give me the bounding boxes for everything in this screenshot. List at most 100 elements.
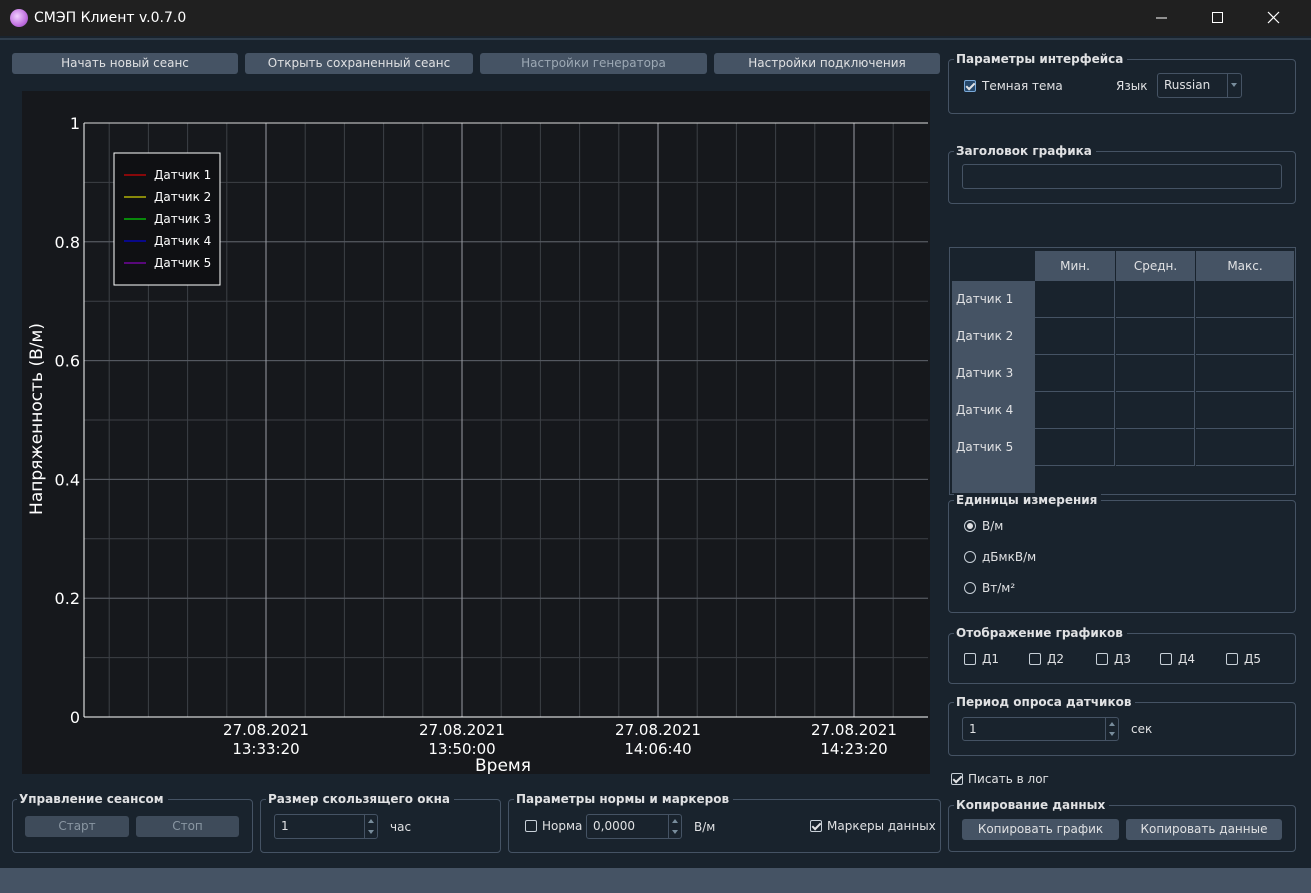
dark-theme-label: Темная тема — [982, 79, 1063, 93]
new-session-button[interactable]: Начать новый сеанс — [12, 53, 238, 74]
plot-d5-label: Д5 — [1244, 652, 1262, 666]
stop-button[interactable]: Стоп — [136, 816, 239, 837]
app-logo-icon — [10, 9, 28, 27]
data-markers-label: Маркеры данных — [827, 819, 936, 833]
poll-period-title: Период опроса датчиков — [954, 695, 1136, 709]
x-tick-label: 13:33:20 — [232, 740, 299, 758]
spin-arrows-icon[interactable] — [1105, 718, 1118, 740]
table-cell — [1035, 318, 1115, 355]
plot-d5-checkbox[interactable] — [1226, 653, 1238, 665]
maximize-button[interactable] — [1192, 0, 1244, 36]
y-tick-label: 0.2 — [55, 589, 80, 608]
poll-period-value: 1 — [969, 722, 977, 736]
language-label: Язык — [1116, 79, 1148, 93]
table-cell — [1196, 392, 1294, 429]
norm-unit: В/м — [694, 820, 716, 834]
row-header-sensor-3: Датчик 3 — [952, 355, 1035, 392]
connection-settings-button[interactable]: Настройки подключения — [714, 53, 940, 74]
unit-radio-vm[interactable] — [964, 520, 976, 532]
x-axis-label: Время — [475, 756, 531, 774]
table-cell — [1196, 318, 1294, 355]
row-header-sensor-1: Датчик 1 — [952, 281, 1035, 318]
write-log-checkbox[interactable] — [951, 773, 963, 785]
status-bar — [0, 868, 1311, 893]
table-cell — [1196, 355, 1294, 392]
norm-value: 0,0000 — [593, 819, 635, 833]
write-log-label: Писать в лог — [968, 772, 1049, 786]
plot-d2-checkbox[interactable] — [1029, 653, 1041, 665]
dark-theme-checkbox[interactable] — [964, 80, 976, 92]
session-control-title: Управление сеансом — [17, 792, 168, 806]
chart-title-group-title: Заголовок графика — [954, 144, 1096, 158]
x-tick-label: 27.08.2021 — [223, 721, 309, 739]
poll-period-spinbox[interactable]: 1 — [962, 717, 1119, 741]
unit-label-dbuvm: дБмкВ/м — [982, 550, 1037, 564]
table-cell — [1116, 355, 1195, 392]
spin-arrows-icon[interactable] — [364, 815, 377, 838]
norm-markers-title: Параметры нормы и маркеров — [514, 792, 734, 806]
plot-d1-label: Д1 — [982, 652, 1000, 666]
norm-checkbox[interactable] — [525, 820, 537, 832]
table-cell — [1035, 392, 1115, 429]
interface-params-title: Параметры интерфейса — [954, 52, 1128, 66]
table-cell — [1035, 281, 1115, 318]
table-cell — [1116, 392, 1195, 429]
column-header-avg: Средн. — [1116, 251, 1195, 281]
unit-radio-dbuvm[interactable] — [964, 551, 976, 563]
table-cell — [1116, 318, 1195, 355]
table-cell — [1116, 281, 1195, 318]
title-bar: СМЭП Клиент v.0.7.0 — [0, 0, 1311, 36]
y-tick-label: 0 — [70, 708, 80, 727]
x-tick-label: 27.08.2021 — [419, 721, 505, 739]
y-tick-label: 0.6 — [55, 352, 80, 371]
copy-data-button[interactable]: Копировать данные — [1126, 819, 1282, 840]
unit-label-vm: В/м — [982, 519, 1004, 533]
x-tick-label: 14:23:20 — [820, 740, 887, 758]
chart-title-input[interactable] — [962, 164, 1282, 189]
plot-d3-checkbox[interactable] — [1096, 653, 1108, 665]
plots-display-title: Отображение графиков — [954, 626, 1127, 640]
language-select[interactable]: Russian — [1157, 73, 1242, 98]
spin-arrows-icon[interactable] — [668, 815, 681, 838]
legend-entry: Датчик 4 — [154, 234, 211, 248]
column-header-min: Мин. — [1035, 251, 1115, 281]
unit-label-wm2: Вт/м² — [982, 581, 1016, 595]
copy-chart-button[interactable]: Копировать график — [962, 819, 1119, 840]
chart-legend: Датчик 1 Датчик 2 Датчик 3 Датчик 4 Датчик 5 — [113, 152, 221, 286]
plot-d1-checkbox[interactable] — [964, 653, 976, 665]
voltage-chart[interactable]: 0 0.2 0.4 0.6 0.8 1 27.08.2021 13:33:20 27.08.2… — [22, 91, 930, 774]
start-button[interactable]: Старт — [25, 816, 129, 837]
dropdown-arrow-icon — [1227, 74, 1241, 97]
x-tick-label: 27.08.2021 — [811, 721, 897, 739]
norm-value-spinbox[interactable]: 0,0000 — [586, 814, 682, 839]
plot-d3-label: Д3 — [1114, 652, 1132, 666]
legend-entry: Датчик 1 — [154, 168, 211, 182]
units-title: Единицы измерения — [954, 493, 1102, 507]
data-markers-checkbox[interactable] — [810, 820, 822, 832]
close-button[interactable] — [1248, 0, 1300, 36]
copy-data-title: Копирование данных — [954, 798, 1110, 812]
y-tick-label: 0.4 — [55, 470, 80, 489]
generator-settings-button[interactable]: Настройки генератора — [480, 53, 707, 74]
unit-radio-wm2[interactable] — [964, 582, 976, 594]
table-cell — [1196, 429, 1294, 466]
window-size-value: 1 — [281, 819, 289, 833]
poll-period-unit: сек — [1131, 722, 1153, 736]
plot-d4-checkbox[interactable] — [1160, 653, 1172, 665]
close-icon — [1267, 11, 1280, 24]
window-size-spinbox[interactable]: 1 — [274, 814, 378, 839]
window-title: СМЭП Клиент v.0.7.0 — [34, 10, 187, 26]
minimize-icon — [1156, 17, 1167, 19]
window-size-unit: час — [390, 820, 412, 834]
x-tick-label: 27.08.2021 — [615, 721, 701, 739]
plot-d2-label: Д2 — [1047, 652, 1065, 666]
column-header-max: Макс. — [1196, 251, 1294, 281]
toolbar-separator — [0, 38, 1311, 40]
row-header-sensor-4: Датчик 4 — [952, 392, 1035, 429]
norm-label: Норма — [542, 819, 583, 833]
minimize-button[interactable] — [1136, 0, 1188, 36]
open-session-button[interactable]: Открыть сохраненный сеанс — [245, 53, 473, 74]
table-cell — [1035, 429, 1115, 466]
window-size-title: Размер скользящего окна — [266, 792, 455, 806]
row-header-sensor-2: Датчик 2 — [952, 318, 1035, 355]
